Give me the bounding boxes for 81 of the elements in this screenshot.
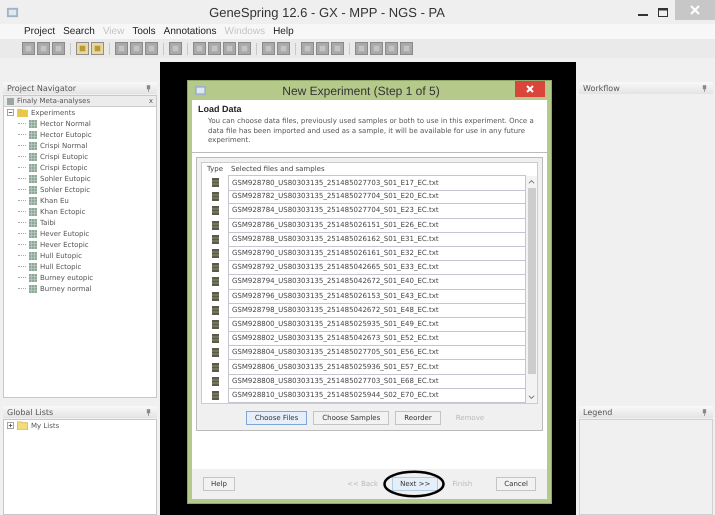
pin-icon[interactable] <box>146 408 151 416</box>
folder-icon <box>17 421 28 430</box>
file-icon <box>212 320 218 329</box>
experiment-icon <box>29 196 37 204</box>
experiment-icon <box>29 142 37 150</box>
toolbar-icon[interactable] <box>370 42 383 55</box>
toolbar-icon[interactable] <box>76 42 89 55</box>
dialog-title: New Experiment (Step 1 of 5) <box>281 84 441 98</box>
file-icon <box>212 362 218 372</box>
menu-item[interactable]: Search <box>63 26 95 37</box>
file-icon <box>212 178 218 188</box>
experiment-icon <box>29 120 37 128</box>
file-icon <box>212 390 218 400</box>
scroll-down-icon[interactable] <box>527 394 536 400</box>
maximize-icon[interactable] <box>655 7 671 19</box>
experiment-icon <box>29 274 37 282</box>
toolbar-icon[interactable] <box>169 42 182 55</box>
experiment-icon <box>29 230 37 238</box>
panel-title: Project Navigator <box>7 84 76 92</box>
project-icon <box>7 98 14 104</box>
toolbar-icon[interactable] <box>52 42 65 55</box>
file-icon <box>212 277 218 286</box>
file-icon <box>212 234 218 244</box>
app-icon <box>194 84 207 97</box>
pin-icon[interactable] <box>702 84 707 92</box>
file-icon <box>212 263 218 272</box>
experiment-icon <box>29 174 37 182</box>
toolbar-icon[interactable] <box>355 42 368 55</box>
panel-title: Global Lists <box>7 408 54 416</box>
toolbar-icon[interactable] <box>238 42 251 55</box>
file-icon <box>212 192 218 202</box>
toolbar-icon[interactable] <box>277 42 290 55</box>
toolbar-icon[interactable] <box>37 42 50 55</box>
experiment-icon <box>29 218 37 226</box>
pin-icon[interactable] <box>146 84 151 92</box>
file-icon <box>212 306 218 315</box>
app-icon <box>6 6 19 18</box>
expander-icon[interactable] <box>7 422 14 429</box>
toolbar-icon[interactable] <box>262 42 275 55</box>
file-icon <box>212 206 218 216</box>
experiment-icon <box>29 208 37 216</box>
expander-icon[interactable] <box>7 109 14 116</box>
file-icon <box>212 376 218 386</box>
scroll-up-icon[interactable] <box>527 178 536 184</box>
toolbar-icon[interactable] <box>145 42 158 55</box>
menu-item[interactable]: Annotations <box>164 26 216 37</box>
menu-item[interactable]: Help <box>273 26 294 37</box>
menu-item[interactable]: Tools <box>132 26 156 37</box>
pin-icon[interactable] <box>702 408 707 416</box>
experiment-icon <box>29 252 37 260</box>
toolbar-icon[interactable] <box>115 42 128 55</box>
experiment-icon <box>29 152 37 160</box>
window-title: GeneSpring 12.6 - GX - MPP - NGS - PA <box>208 4 446 20</box>
panel-title: Workflow <box>583 84 620 92</box>
file-icon <box>212 348 218 358</box>
toolbar-icon[interactable] <box>301 42 314 55</box>
experiment-icon <box>29 130 37 138</box>
toolbar-icon[interactable] <box>385 42 398 55</box>
toolbar-icon[interactable] <box>130 42 143 55</box>
file-icon <box>212 334 218 344</box>
panel-title: Legend <box>583 408 612 416</box>
toolbar-icon[interactable] <box>331 42 344 55</box>
experiment-icon <box>29 186 37 194</box>
file-icon <box>212 220 218 230</box>
file-icon <box>212 249 218 258</box>
menu-item[interactable]: Project <box>24 26 56 37</box>
toolbar-icon[interactable] <box>22 42 35 55</box>
section-heading: Load Data <box>198 104 243 114</box>
file-icon <box>212 292 218 301</box>
toolbar-icon[interactable] <box>208 42 221 55</box>
toolbar-icon[interactable] <box>193 42 206 55</box>
experiment-icon <box>29 164 37 172</box>
toolbar-icon[interactable] <box>91 42 104 55</box>
toolbar-icon[interactable] <box>223 42 236 55</box>
experiment-icon <box>29 284 37 292</box>
close-icon[interactable] <box>515 81 545 97</box>
toolbar-icon[interactable] <box>316 42 329 55</box>
toolbar-icon[interactable] <box>400 42 413 55</box>
experiment-icon <box>29 262 37 270</box>
scrollbar[interactable] <box>526 176 537 402</box>
experiment-icon <box>29 240 37 248</box>
